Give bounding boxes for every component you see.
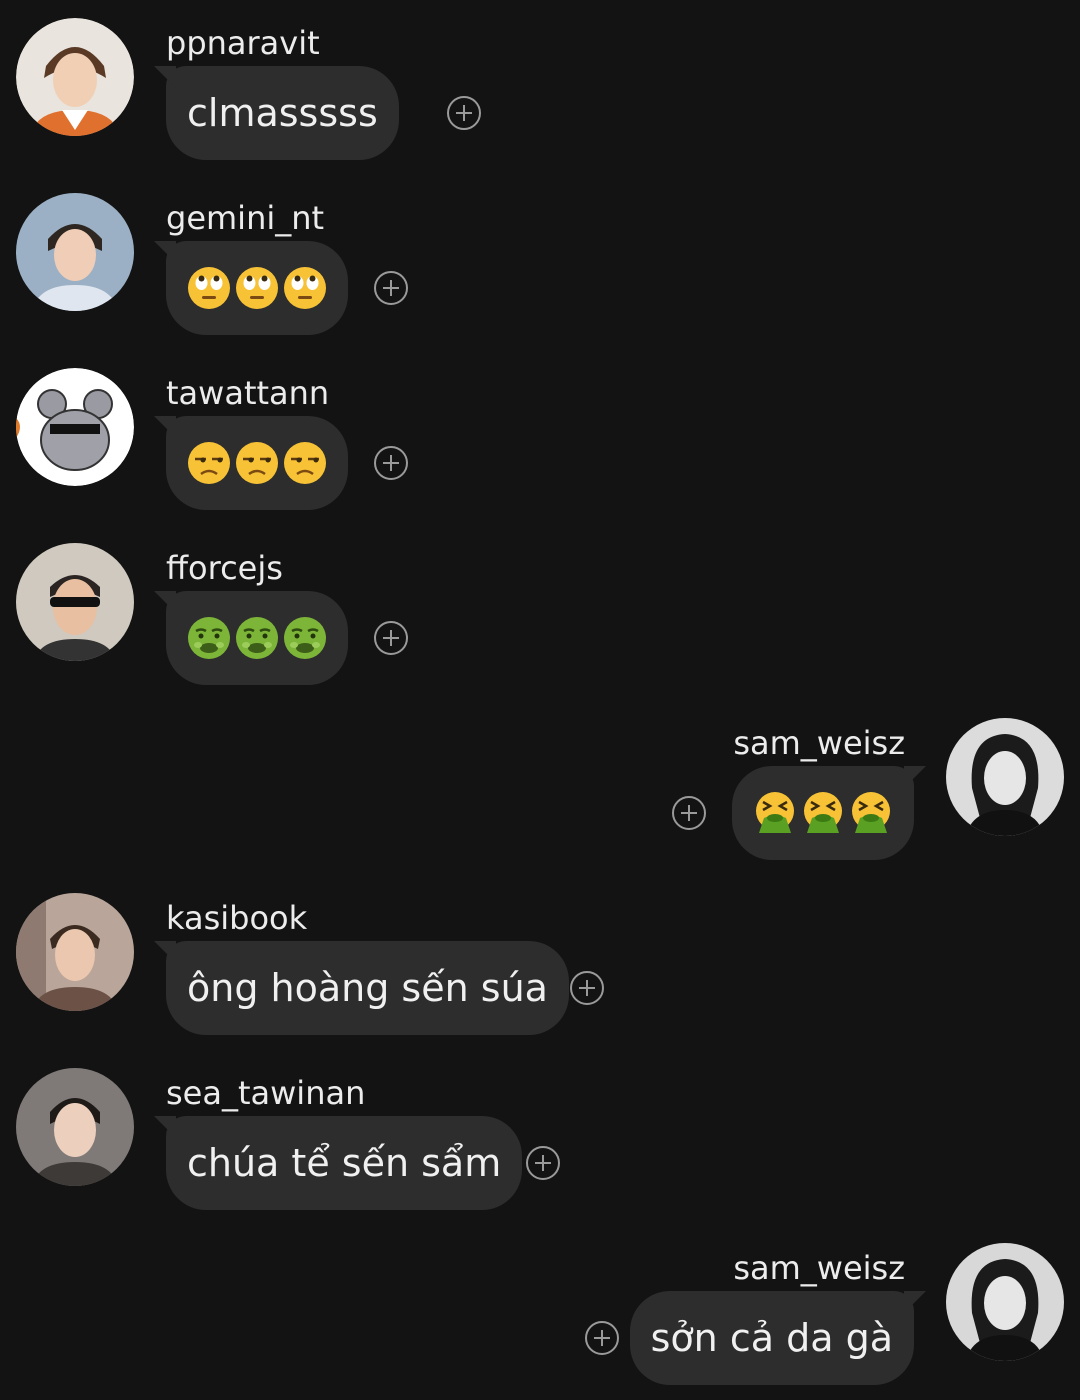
message-bubble[interactable] <box>154 241 348 335</box>
bubble-tail <box>904 1291 926 1313</box>
bubble-tail <box>154 416 176 438</box>
avatar[interactable] <box>16 1068 134 1186</box>
unamused-face-icon <box>283 441 327 485</box>
message-bubble[interactable] <box>732 766 926 860</box>
username[interactable]: gemini_nt <box>166 197 324 239</box>
avatar[interactable] <box>946 718 1064 836</box>
username[interactable]: tawattann <box>166 372 329 414</box>
bubble-tail <box>904 766 926 788</box>
message-text: chúa tể sến sẩm <box>187 1141 502 1185</box>
message-text: sởn cả da gà <box>650 1316 893 1360</box>
add-reaction-icon[interactable] <box>374 446 408 480</box>
message-row: gemini_nt <box>0 175 1080 350</box>
face-vomiting-icon <box>753 791 797 835</box>
add-reaction-icon[interactable] <box>585 1321 619 1355</box>
username[interactable]: sam_weisz <box>733 722 905 764</box>
username[interactable]: ppnaravit <box>166 22 320 64</box>
avatar[interactable] <box>16 193 134 311</box>
bubble-tail <box>154 591 176 613</box>
avatar[interactable] <box>16 368 134 486</box>
username[interactable]: sea_tawinan <box>166 1072 365 1114</box>
message-bubble[interactable]: ông hoàng sến súa <box>154 941 569 1035</box>
message-row: sam_weisz <box>0 700 1080 875</box>
bubble-tail <box>154 1116 176 1138</box>
message-bubble[interactable] <box>154 416 348 510</box>
username[interactable]: sam_weisz <box>733 1247 905 1289</box>
face-with-rolling-eyes-icon <box>187 266 231 310</box>
face-vomiting-icon <box>849 791 893 835</box>
bubble-tail <box>154 66 176 88</box>
face-with-rolling-eyes-icon <box>235 266 279 310</box>
face-with-rolling-eyes-icon <box>283 266 327 310</box>
username[interactable]: fforcejs <box>166 547 283 589</box>
avatar[interactable] <box>16 543 134 661</box>
nauseated-face-icon <box>283 616 327 660</box>
message-text: ông hoàng sến súa <box>187 966 548 1010</box>
avatar[interactable] <box>16 893 134 1011</box>
add-reaction-icon[interactable] <box>374 621 408 655</box>
username[interactable]: kasibook <box>166 897 307 939</box>
message-row: ppnaravit clmasssss <box>0 0 1080 175</box>
message-row: fforcejs <box>0 525 1080 700</box>
unamused-face-icon <box>187 441 231 485</box>
bubble-tail <box>154 941 176 963</box>
bubble-tail <box>154 241 176 263</box>
unamused-face-icon <box>235 441 279 485</box>
add-reaction-icon[interactable] <box>526 1146 560 1180</box>
avatar[interactable] <box>946 1243 1064 1361</box>
message-row: sam_weisz sởn cả da gà <box>0 1225 1080 1400</box>
add-reaction-icon[interactable] <box>447 96 481 130</box>
nauseated-face-icon <box>187 616 231 660</box>
add-reaction-icon[interactable] <box>570 971 604 1005</box>
message-bubble[interactable] <box>154 591 348 685</box>
avatar[interactable] <box>16 18 134 136</box>
message-bubble[interactable]: clmasssss <box>154 66 399 160</box>
nauseated-face-icon <box>235 616 279 660</box>
message-bubble[interactable]: chúa tể sến sẩm <box>154 1116 523 1210</box>
message-row: sea_tawinan chúa tể sến sẩm <box>0 1050 1080 1225</box>
message-text: clmasssss <box>187 91 378 135</box>
message-row: tawattann <box>0 350 1080 525</box>
message-row: kasibook ông hoàng sến súa <box>0 875 1080 1050</box>
add-reaction-icon[interactable] <box>374 271 408 305</box>
face-vomiting-icon <box>801 791 845 835</box>
add-reaction-icon[interactable] <box>672 796 706 830</box>
message-bubble[interactable]: sởn cả da gà <box>629 1291 926 1385</box>
